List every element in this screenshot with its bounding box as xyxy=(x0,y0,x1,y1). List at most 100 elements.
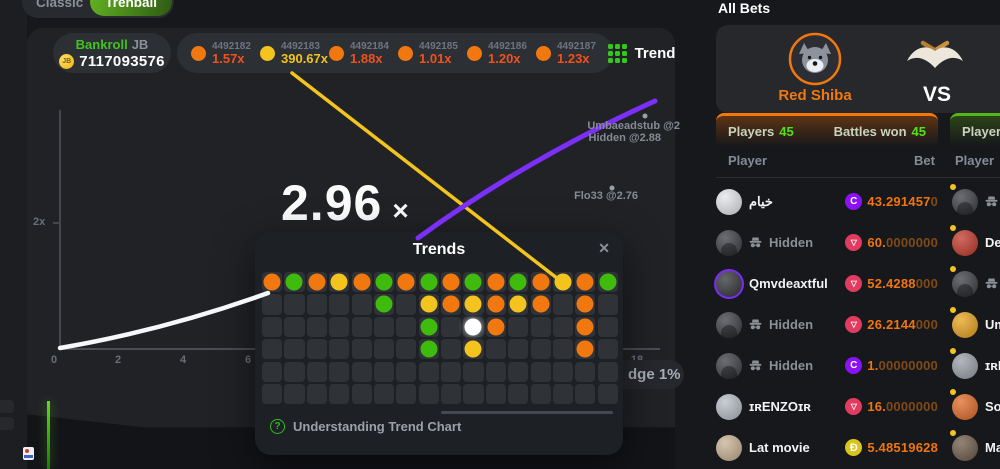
trend-cell xyxy=(553,294,573,314)
trend-cell xyxy=(598,317,618,337)
column-header-player2: Player xyxy=(955,153,994,168)
bet-amount-group: ▽52.4288000 xyxy=(845,275,938,292)
trend-dot-green xyxy=(599,274,616,291)
history-item[interactable]: 44921851.01x xyxy=(398,41,467,66)
bankroll-header: BankrollJB xyxy=(53,38,171,52)
avatar xyxy=(716,271,742,297)
x-axis-tick: 6 xyxy=(245,354,251,366)
trend-cell xyxy=(329,339,349,359)
trend-dot-orange xyxy=(532,274,549,291)
history-item[interactable]: 44921861.20x xyxy=(467,41,536,66)
bet-row[interactable]: Mad xyxy=(944,427,1000,468)
tab-second-team-bets[interactable]: Players4 xyxy=(950,113,1000,146)
avatar xyxy=(952,271,978,297)
bet-row[interactable]: Qmvdeaxtful▽52.4288000 xyxy=(716,263,938,304)
avatar xyxy=(716,189,742,215)
history-item[interactable]: 44921871.23x xyxy=(536,41,605,66)
bet-row[interactable]: H xyxy=(944,181,1000,222)
trend-cell xyxy=(307,272,327,292)
trend-cell xyxy=(486,317,506,337)
trend-dot-yellow xyxy=(510,296,527,313)
footer-link-label: Understanding Trend Chart xyxy=(293,419,461,434)
trend-cell xyxy=(486,294,506,314)
bankroll-label: Bankroll xyxy=(76,37,128,52)
incognito-icon xyxy=(749,360,762,371)
history-item[interactable]: 44921841.88x xyxy=(329,41,398,66)
trend-cell xyxy=(441,317,461,337)
round-multiplier: 1.88x xyxy=(350,52,389,66)
tab-trenball[interactable]: Trenball xyxy=(90,0,172,16)
trend-cell xyxy=(531,362,551,382)
trend-cell xyxy=(508,317,528,337)
trend-cell xyxy=(374,294,394,314)
trend-cell xyxy=(598,272,618,292)
x-axis-tick: 2 xyxy=(115,354,121,366)
trend-dot-green xyxy=(420,274,437,291)
bet-row[interactable]: Hidden▽60.0000000 xyxy=(716,222,938,263)
round-number: 4492183 xyxy=(281,41,328,52)
trend-cell xyxy=(508,384,528,404)
trend-cell xyxy=(575,384,595,404)
bet-amount-group: ▽26.2144000 xyxy=(845,316,938,333)
round-multiplier: 1.20x xyxy=(488,52,527,66)
trend-dot-orange xyxy=(487,318,504,335)
vs-label: VS xyxy=(923,83,951,107)
trends-modal: Trends ✕ ? Understanding Trend Chart xyxy=(255,232,623,455)
round-number: 4492185 xyxy=(419,41,458,52)
trend-cell xyxy=(419,362,439,382)
coin-indicator-dot xyxy=(950,225,956,231)
result-dot-icon xyxy=(191,46,206,61)
round-multiplier: 390.67x xyxy=(281,52,328,66)
tab-classic[interactable]: Classic xyxy=(36,0,83,10)
trends-button[interactable]: Trends xyxy=(608,44,675,63)
column-header-bet: Bet xyxy=(880,153,935,168)
trends-grid-icon xyxy=(608,44,627,63)
bet-row[interactable]: Hidden ▽26.2144000 xyxy=(716,304,938,345)
understanding-trend-chart-link[interactable]: ? Understanding Trend Chart xyxy=(270,419,461,434)
bet-row[interactable]: ɪʀENZOɪʀ▽16.0000000 xyxy=(716,386,938,427)
bet-row[interactable]: Lat movieĐ5.48519628 xyxy=(716,427,938,468)
bet-row[interactable]: ɪʀEN xyxy=(944,345,1000,386)
incognito-icon xyxy=(749,237,762,248)
player-name: Mad xyxy=(985,440,1000,455)
trend-cell xyxy=(486,362,506,382)
bet-row[interactable]: Soh xyxy=(944,386,1000,427)
incognito-icon xyxy=(985,196,998,207)
bankroll-selector[interactable]: BankrollJB JB 7117093576 xyxy=(53,33,171,73)
trend-dot-green xyxy=(375,296,392,313)
bet-row[interactable]: Um xyxy=(944,304,1000,345)
trend-cell xyxy=(396,384,416,404)
bet-row[interactable]: H xyxy=(944,263,1000,304)
player-name: خيام xyxy=(749,194,773,210)
round-number: 4492184 xyxy=(350,41,389,52)
avatar xyxy=(952,312,978,338)
trend-cell xyxy=(553,272,573,292)
trend-dot-yellow xyxy=(331,274,348,291)
bets-list-right: HDevH Um ɪʀENSoh Mad xyxy=(944,181,1000,468)
bet-row[interactable]: HiddenC1.00000000 xyxy=(716,345,938,386)
player-name: Um xyxy=(985,317,1000,332)
trend-cell xyxy=(419,317,439,337)
avatar xyxy=(952,394,978,420)
trends-button-label: Trends xyxy=(635,45,675,62)
close-icon[interactable]: ✕ xyxy=(598,240,610,257)
bet-row[interactable]: Dev xyxy=(944,222,1000,263)
crash-game-screen: Classic Trenball BankrollJB JB 711709357… xyxy=(0,0,1000,469)
round-number: 4492182 xyxy=(212,41,251,52)
divider xyxy=(716,177,1000,178)
player-name: Hidden xyxy=(769,317,813,332)
trend-cell xyxy=(262,272,282,292)
trend-cell xyxy=(329,362,349,382)
tab-red-shiba-bets[interactable]: Players45 Battles won45 xyxy=(716,113,938,146)
result-dot-icon xyxy=(398,46,413,61)
trend-cell xyxy=(598,339,618,359)
history-item[interactable]: 4492183390.67x xyxy=(260,41,329,66)
trend-cell xyxy=(575,339,595,359)
trend-grid-scrollbar[interactable] xyxy=(441,411,613,414)
history-item[interactable]: 44921821.57x xyxy=(191,41,260,66)
trend-dot-orange xyxy=(532,296,549,313)
trend-dot-green xyxy=(420,341,437,358)
bet-amount: 16.0000000 xyxy=(867,399,938,414)
trend-cell xyxy=(463,294,483,314)
bet-row[interactable]: خيامC43.2914570 xyxy=(716,181,938,222)
